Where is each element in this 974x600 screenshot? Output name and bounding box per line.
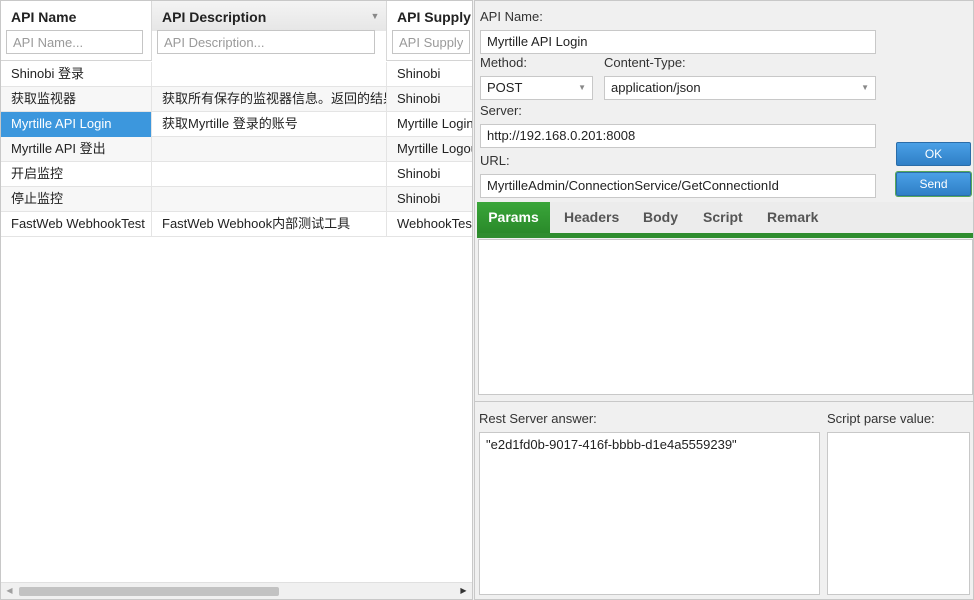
column-header-api-description[interactable]: API Description ▼ — [152, 1, 387, 61]
api-name-field[interactable]: Myrtille API Login — [480, 30, 876, 54]
tab-body[interactable]: Body — [643, 202, 678, 233]
chevron-down-icon: ▼ — [578, 83, 586, 92]
column-header-api-name[interactable]: API Name — [1, 1, 152, 61]
cell-api-description — [152, 62, 387, 87]
table-row[interactable]: Shinobi 登录 Shinobi — [1, 62, 472, 87]
method-label: Method: — [480, 55, 527, 70]
cell-api-name: FastWeb WebhookTest — [1, 212, 152, 237]
cell-api-supply: Shinobi — [387, 62, 472, 87]
rest-server-answer-box[interactable]: "e2d1fd0b-9017-416f-bbbb-d1e4a5559239" — [479, 432, 820, 595]
tab-headers[interactable]: Headers — [564, 202, 619, 233]
column-title: API Supply — [397, 9, 471, 25]
tab-script[interactable]: Script — [703, 202, 743, 233]
api-detail-form: API Name: Myrtille API Login Method: POS… — [474, 0, 974, 600]
content-type-label: Content-Type: — [604, 55, 686, 70]
api-list-grid: API Name API Description ▼ API Supply Sh… — [0, 0, 473, 600]
tab-params[interactable]: Params — [477, 202, 550, 233]
table-row[interactable]: 获取监视器 获取所有保存的监视器信息。返回的结果 Shinobi — [1, 87, 472, 112]
panel-splitter[interactable] — [475, 401, 973, 403]
script-parse-value-label: Script parse value: — [827, 411, 935, 426]
method-value: POST — [487, 80, 523, 95]
cell-api-name: 停止监控 — [1, 187, 152, 212]
table-row[interactable]: 开启监控 Shinobi — [1, 162, 472, 187]
rest-server-answer-label: Rest Server answer: — [479, 411, 597, 426]
request-tabs: Params Headers Body Script Remark — [477, 202, 973, 238]
column-title: API Name — [11, 9, 77, 25]
cell-api-name: Myrtille API Login — [1, 112, 152, 137]
column-title: API Description — [162, 9, 267, 25]
api-name-label: API Name: — [480, 9, 543, 24]
grid-body: Shinobi 登录 Shinobi 获取监视器 获取所有保存的监视器信息。返回… — [1, 62, 472, 237]
url-field[interactable]: MyrtilleAdmin/ConnectionService/GetConne… — [480, 174, 876, 198]
chevron-down-icon: ▼ — [861, 83, 869, 92]
api-description-filter-input[interactable] — [157, 30, 375, 54]
script-parse-value-box[interactable] — [827, 432, 970, 595]
cell-api-supply: WebhookTest — [387, 212, 472, 237]
tab-remark[interactable]: Remark — [767, 202, 818, 233]
horizontal-scrollbar[interactable]: ◀ ▶ — [1, 582, 472, 599]
cell-api-supply: Shinobi — [387, 162, 472, 187]
cell-api-description — [152, 187, 387, 212]
api-name-filter-input[interactable] — [6, 30, 143, 54]
table-row[interactable]: FastWeb WebhookTest FastWeb Webhook内部测试工… — [1, 212, 472, 237]
table-row[interactable]: 停止监控 Shinobi — [1, 187, 472, 212]
grid-header: API Name API Description ▼ API Supply — [1, 1, 472, 61]
server-label: Server: — [480, 103, 522, 118]
column-header-api-supply[interactable]: API Supply — [387, 1, 472, 61]
scroll-right-arrow-icon[interactable]: ▶ — [455, 583, 472, 599]
column-menu-dropdown-icon[interactable]: ▼ — [368, 7, 382, 25]
api-supply-filter-input[interactable] — [392, 30, 470, 54]
content-type-select[interactable]: application/json ▼ — [604, 76, 876, 100]
cell-api-supply: Shinobi — [387, 187, 472, 212]
cell-api-supply: Myrtille Logout — [387, 137, 472, 162]
server-field[interactable]: http://192.168.0.201:8008 — [480, 124, 876, 148]
scrollbar-thumb[interactable] — [19, 587, 279, 596]
method-select[interactable]: POST ▼ — [480, 76, 593, 100]
rest-server-answer-value: "e2d1fd0b-9017-416f-bbbb-d1e4a5559239" — [486, 437, 737, 452]
cell-api-name: Myrtille API 登出 — [1, 137, 152, 162]
cell-api-description — [152, 162, 387, 187]
scroll-left-arrow-icon[interactable]: ◀ — [1, 583, 18, 599]
cell-api-name: Shinobi 登录 — [1, 62, 152, 87]
cell-api-description — [152, 137, 387, 162]
cell-api-supply: Shinobi — [387, 87, 472, 112]
send-button[interactable]: Send — [896, 172, 971, 196]
params-panel[interactable] — [478, 239, 973, 395]
content-type-value: application/json — [611, 80, 701, 95]
table-row[interactable]: Myrtille API 登出 Myrtille Logout — [1, 137, 472, 162]
cell-api-description: 获取Myrtille 登录的账号 — [152, 112, 387, 137]
cell-api-supply: Myrtille Login — [387, 112, 472, 137]
table-row-selected[interactable]: Myrtille API Login 获取Myrtille 登录的账号 Myrt… — [1, 112, 472, 137]
url-label: URL: — [480, 153, 510, 168]
cell-api-description: FastWeb Webhook内部测试工具 — [152, 212, 387, 237]
ok-button[interactable]: OK — [896, 142, 971, 166]
cell-api-name: 获取监视器 — [1, 87, 152, 112]
api-editor-window: API Name API Description ▼ API Supply Sh… — [0, 0, 974, 600]
cell-api-description: 获取所有保存的监视器信息。返回的结果 — [152, 87, 387, 112]
cell-api-name: 开启监控 — [1, 162, 152, 187]
